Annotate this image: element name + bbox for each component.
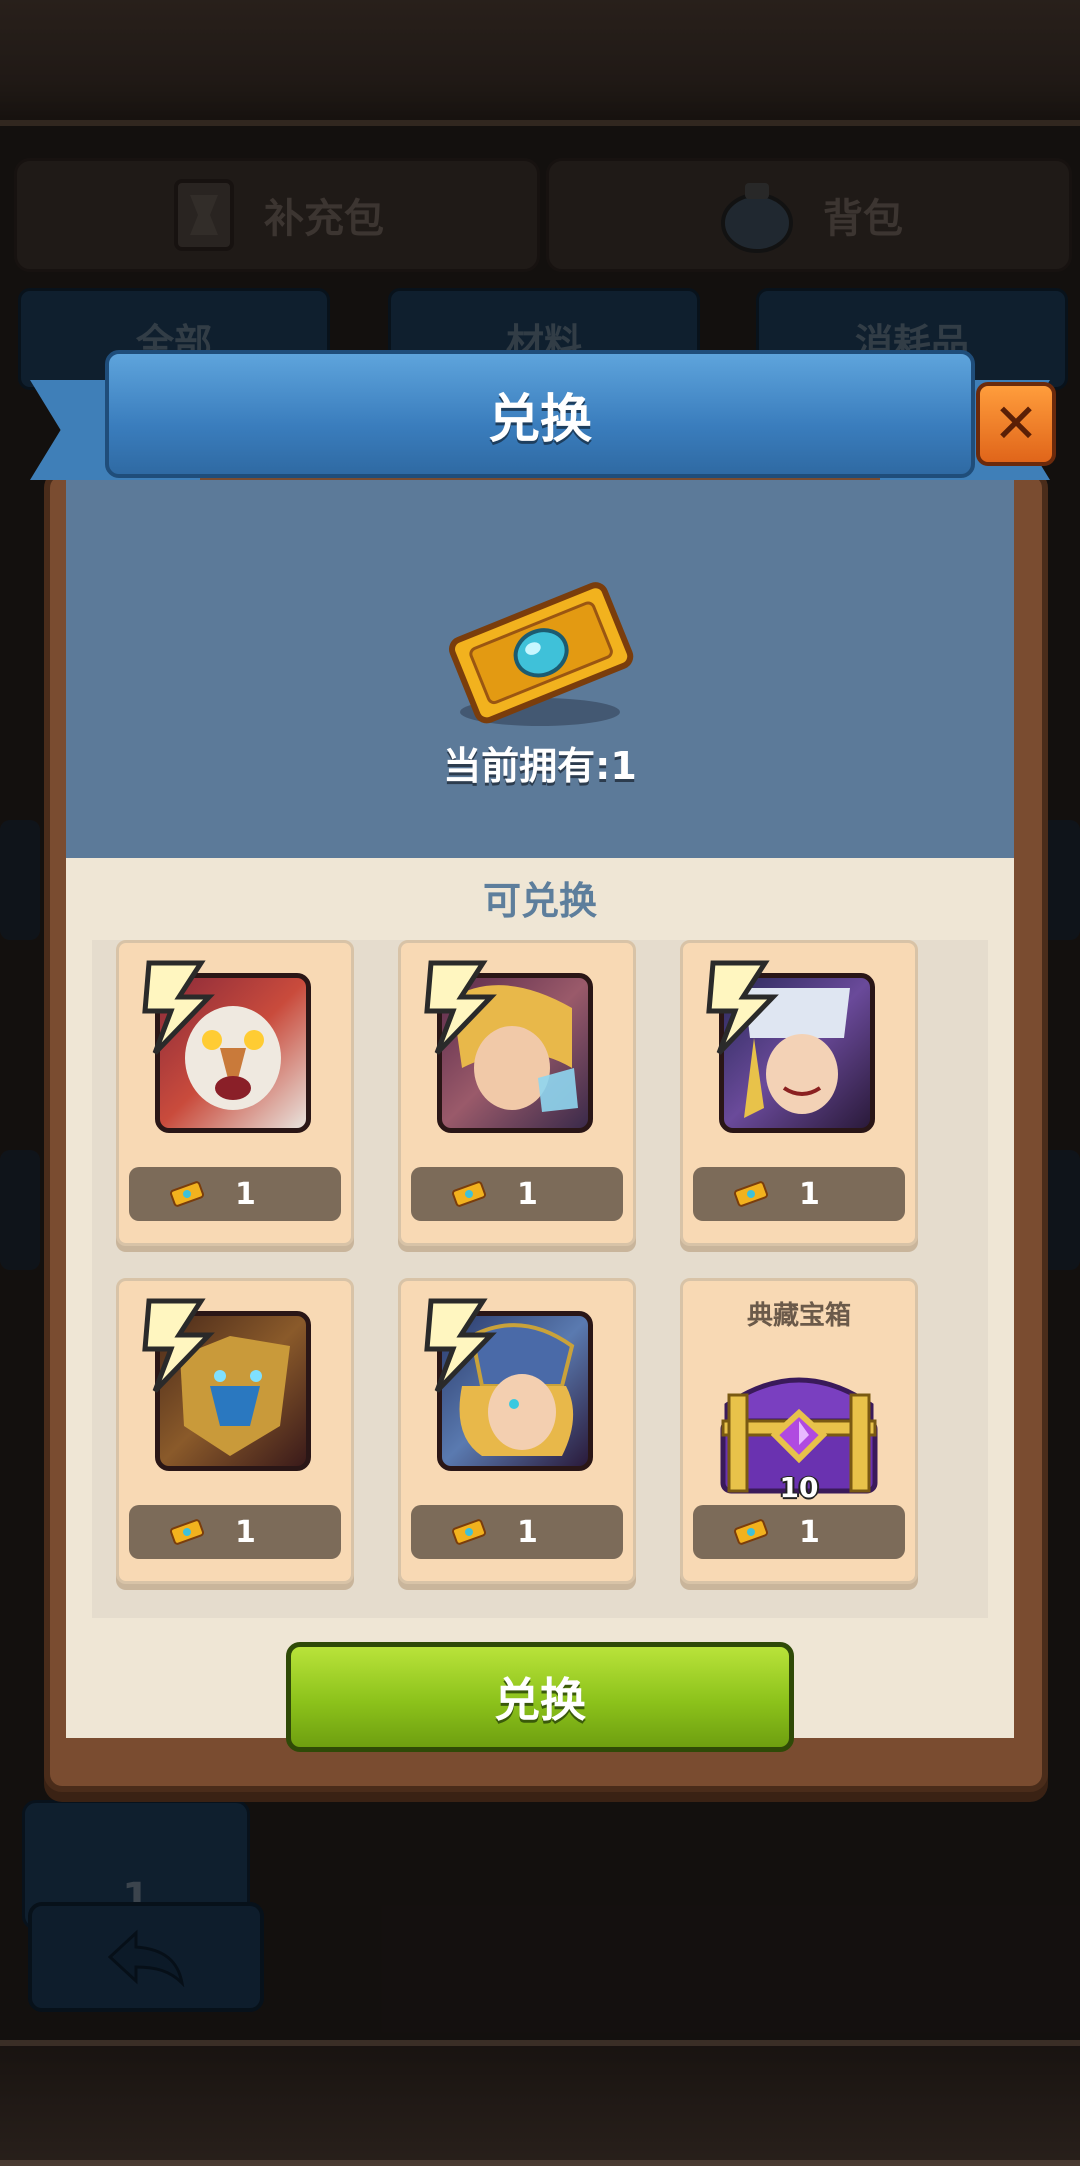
cost-value: 1	[799, 1176, 820, 1212]
cost-value: 1	[235, 1514, 256, 1550]
lightning-bolt-icon	[424, 1298, 497, 1393]
ticket-icon	[170, 1181, 204, 1207]
reward-card-chest[interactable]: 典藏宝箱 10 1	[680, 1278, 918, 1584]
ticket-icon	[734, 1181, 768, 1207]
lightning-bolt-icon	[142, 1298, 215, 1393]
cost-tag: 1	[693, 1167, 905, 1221]
reward-card-hero[interactable]: 1	[398, 940, 636, 1246]
owned-count-text: 当前拥有:1	[443, 744, 637, 788]
ticket-icon	[170, 1519, 204, 1545]
cost-tag: 1	[411, 1505, 623, 1559]
lightning-bolt-icon	[706, 960, 779, 1055]
exchange-ticket-icon	[449, 582, 634, 726]
reward-card-hero[interactable]: 1	[116, 1278, 354, 1584]
cost-tag: 1	[693, 1505, 905, 1559]
cost-value: 1	[235, 1176, 256, 1212]
cost-tag: 1	[411, 1167, 623, 1221]
lightning-bolt-icon	[424, 960, 497, 1055]
ticket-icon	[734, 1519, 768, 1545]
chest-quantity: 10	[779, 1471, 819, 1504]
dialog-title-ribbon: 兑换	[105, 350, 975, 478]
chest-name: 典藏宝箱	[746, 1301, 851, 1331]
section-title: 可兑换	[482, 879, 597, 923]
lightning-bolt-icon	[142, 960, 215, 1055]
dialog-title: 兑换	[487, 389, 592, 450]
cost-value: 1	[517, 1514, 538, 1550]
reward-card-hero[interactable]: 1	[398, 1278, 636, 1584]
ticket-icon	[452, 1519, 486, 1545]
cost-value: 1	[799, 1514, 820, 1550]
close-icon: ✕	[993, 392, 1039, 455]
reward-card-hero[interactable]: 1	[680, 940, 918, 1246]
cost-tag: 1	[129, 1505, 341, 1559]
ticket-icon	[452, 1181, 486, 1207]
cost-tag: 1	[129, 1167, 341, 1221]
exchange-button-label: 兑换	[494, 1673, 586, 1727]
close-button[interactable]: ✕	[976, 382, 1056, 466]
reward-card-hero[interactable]: 1	[116, 940, 354, 1246]
cost-value: 1	[517, 1176, 538, 1212]
exchange-button[interactable]: 兑换	[286, 1642, 794, 1752]
